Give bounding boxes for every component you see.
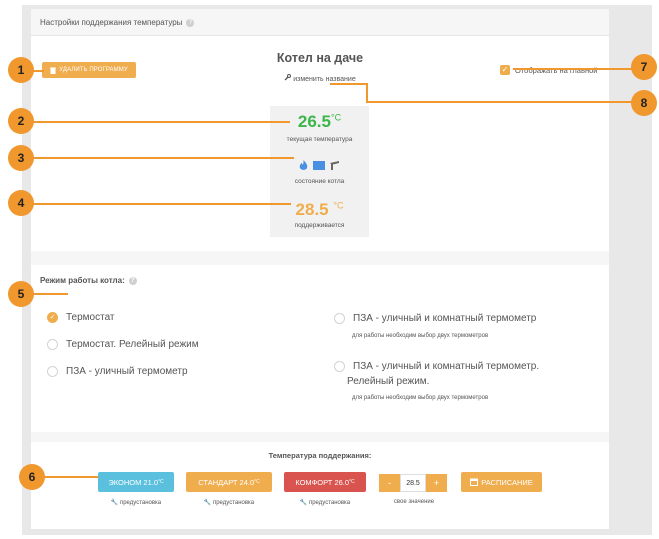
own-value-label: свое значение bbox=[393, 499, 435, 505]
help-icon[interactable]: ? bbox=[128, 276, 137, 285]
panel-title: Настройки поддержания температуры? bbox=[40, 18, 195, 27]
preset-sub-label: 🔧 предустановка bbox=[110, 500, 162, 506]
preset-label: ЭКОНОМ 21.0 bbox=[108, 477, 159, 487]
wrench-icon bbox=[284, 74, 292, 81]
rename-label: изменить название bbox=[293, 76, 356, 83]
current-temp-unit: °C bbox=[330, 112, 342, 123]
preset-label: КОМФОРТ 26.0 bbox=[295, 477, 350, 487]
mode-option-thermostat-relay[interactable]: Термостат. Релейный режим bbox=[47, 339, 199, 350]
callout-6: 6 bbox=[19, 464, 45, 490]
boiler-state-icons bbox=[270, 160, 369, 171]
help-icon[interactable]: ? bbox=[186, 18, 195, 27]
callout-2: 2 bbox=[8, 108, 34, 134]
mode-option-label: ПЗА - уличный термометр bbox=[66, 366, 188, 377]
callout-line bbox=[32, 293, 68, 295]
callout-5: 5 bbox=[8, 281, 34, 307]
trash-icon bbox=[50, 67, 57, 74]
mode-option-label: ПЗА - уличный и комнатный термометр. bbox=[353, 361, 540, 372]
schedule-label: РАСПИСАНИЕ bbox=[481, 477, 533, 487]
maintain-title: Температура поддержания: bbox=[268, 451, 372, 460]
preset-unit: °C bbox=[254, 479, 260, 485]
tap-icon bbox=[330, 161, 339, 170]
rename-link[interactable]: изменить название bbox=[240, 74, 400, 83]
current-temperature-label: текущая температура bbox=[286, 136, 353, 143]
callout-line bbox=[32, 203, 291, 205]
show-on-main-toggle[interactable]: ✓ Отображать на главной bbox=[500, 65, 597, 75]
preset-sub-text: предустановка bbox=[119, 500, 162, 506]
mode-option-note: для работы необходим выбор двух термомет… bbox=[352, 333, 489, 339]
current-temp-value: 26.5 bbox=[297, 112, 331, 131]
stepper-minus-button[interactable]: - bbox=[379, 474, 400, 492]
preset-econom-button[interactable]: ЭКОНОМ 21.0 °C bbox=[98, 472, 174, 492]
preset-label: СТАНДАРТ 24.0 bbox=[198, 477, 255, 487]
callout-line bbox=[32, 157, 294, 159]
delete-program-button[interactable]: УДАЛИТЬ ПРОГРАММУ bbox=[42, 62, 136, 78]
mode-option-pza-street-room-relay[interactable]: ПЗА - уличный и комнатный термометр. bbox=[334, 361, 539, 372]
boiler-state-label: состояние котла bbox=[294, 178, 345, 185]
boiler-name: Котел на даче bbox=[276, 51, 364, 65]
radio-checked-icon[interactable]: ✓ bbox=[47, 312, 58, 323]
schedule-button[interactable]: РАСПИСАНИЕ bbox=[461, 472, 542, 492]
panel-title-text: Настройки поддержания температуры bbox=[40, 18, 183, 27]
delete-program-label: УДАЛИТЬ ПРОГРАММУ bbox=[59, 67, 128, 73]
callout-line bbox=[32, 121, 290, 123]
callout-3: 3 bbox=[8, 145, 34, 171]
callout-7: 7 bbox=[631, 54, 657, 80]
calendar-icon bbox=[470, 478, 479, 486]
checkbox-checked-icon[interactable]: ✓ bbox=[500, 65, 510, 75]
stepper-value-input[interactable]: 28.5 bbox=[400, 474, 426, 492]
radiator-icon bbox=[313, 161, 325, 170]
radio-icon[interactable] bbox=[47, 366, 58, 377]
mode-option-thermostat[interactable]: ✓ Термостат bbox=[47, 312, 115, 323]
radio-icon[interactable] bbox=[334, 361, 345, 372]
callout-line bbox=[366, 101, 634, 103]
preset-sub-label: 🔧 предустановка bbox=[299, 500, 351, 506]
section-divider bbox=[31, 432, 609, 442]
preset-unit: °C bbox=[158, 479, 164, 485]
callout-line bbox=[513, 68, 633, 70]
callout-line bbox=[330, 83, 367, 85]
mode-option-label: Термостат. Релейный режим bbox=[66, 339, 199, 350]
mode-option-pza-street[interactable]: ПЗА - уличный термометр bbox=[47, 366, 188, 377]
flame-icon bbox=[299, 160, 308, 170]
mode-option-note: для работы необходим выбор двух термомет… bbox=[352, 395, 489, 401]
mode-option-label: ПЗА - уличный и комнатный термометр bbox=[353, 313, 537, 324]
show-on-main-label: Отображать на главной bbox=[515, 65, 598, 75]
callout-1: 1 bbox=[8, 57, 34, 83]
preset-sub-text: предустановка bbox=[212, 500, 255, 506]
preset-sub-text: предустановка bbox=[308, 500, 351, 506]
radio-icon[interactable] bbox=[334, 313, 345, 324]
mode-title-text: Режим работы котла: bbox=[40, 276, 125, 285]
mode-title: Режим работы котла:? bbox=[40, 276, 137, 285]
maintained-temperature-label: поддерживается bbox=[294, 222, 345, 229]
preset-sub-label: 🔧 предустановка bbox=[203, 500, 255, 506]
preset-standard-button[interactable]: СТАНДАРТ 24.0 °C bbox=[186, 472, 272, 492]
callout-line bbox=[366, 83, 368, 102]
preset-unit: °C bbox=[349, 479, 355, 485]
mode-option-label-line2: Релейный режим. bbox=[347, 376, 430, 387]
preset-comfort-button[interactable]: КОМФОРТ 26.0 °C bbox=[284, 472, 366, 492]
callout-4: 4 bbox=[8, 190, 34, 216]
mode-option-label: Термостат bbox=[66, 312, 115, 323]
callout-8: 8 bbox=[631, 90, 657, 116]
set-temp-unit: °C bbox=[333, 200, 344, 211]
radio-icon[interactable] bbox=[47, 339, 58, 350]
stepper-plus-button[interactable]: + bbox=[426, 474, 447, 492]
mode-option-pza-street-room[interactable]: ПЗА - уличный и комнатный термометр bbox=[334, 313, 536, 324]
section-divider bbox=[31, 251, 609, 265]
set-temp-value: 28.5 bbox=[295, 200, 329, 219]
